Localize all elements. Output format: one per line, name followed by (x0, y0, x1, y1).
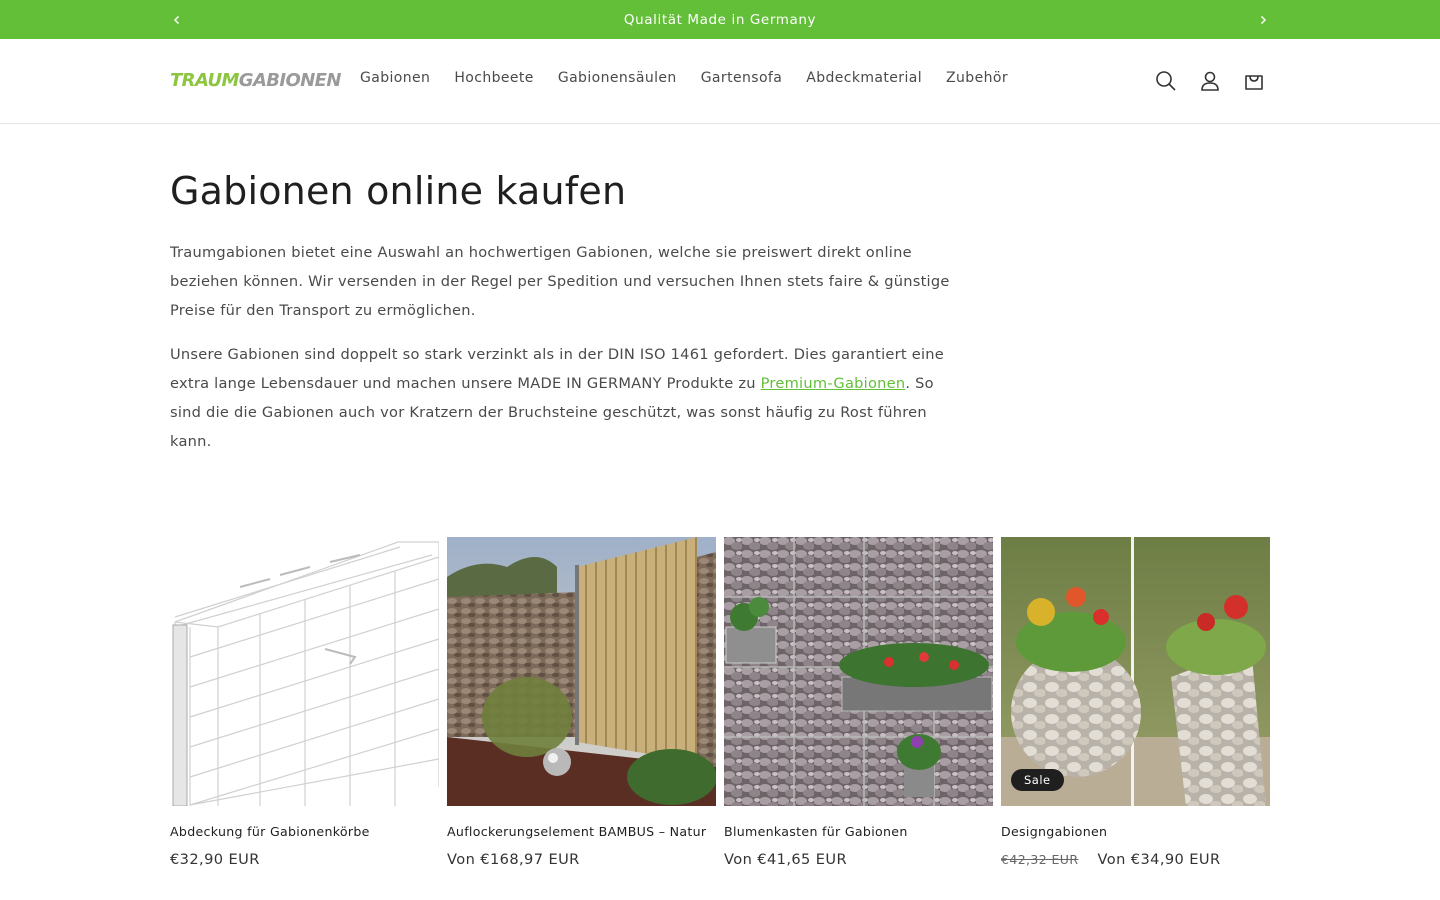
product-image[interactable] (724, 537, 993, 806)
logo-part2: GABIONEN (238, 70, 342, 91)
product-name[interactable]: Auflockerungselement BAMBUS – Natur (447, 824, 716, 839)
announcement-bar: Qualität Made in Germany (0, 0, 1440, 39)
description-paragraph-1: Traumgabionen bietet eine Auswahl an hoc… (170, 244, 950, 319)
page-title: Gabionen online kaufen (170, 169, 627, 213)
product-card[interactable]: Auflockerungselement BAMBUS – Natur Von … (447, 537, 716, 868)
product-name[interactable]: Blumenkasten für Gabionen (724, 824, 993, 839)
product-price-value: Von €168,97 EUR (447, 851, 580, 868)
search-button[interactable] (1146, 61, 1186, 101)
product-price-value: Von €34,90 EUR (1097, 851, 1221, 868)
product-image[interactable] (447, 537, 716, 806)
product-card[interactable]: Sale Designgabionen €42,32 EUR Von €34,9… (1001, 537, 1270, 868)
product-old-price: €42,32 EUR (1001, 852, 1079, 867)
product-image-gabion-cover (170, 537, 439, 806)
account-icon (1201, 71, 1219, 91)
logo-part1: TRAUM (170, 70, 239, 91)
product-card[interactable]: Abdeckung für Gabionenkörbe €32,90 EUR (170, 537, 439, 868)
collection-description: Gabionen online kaufen Traumgabionen bie… (170, 166, 950, 471)
premium-gabionen-link[interactable]: Premium-Gabionen (761, 375, 906, 392)
account-button[interactable] (1190, 61, 1230, 101)
product-image-design-gabions (1001, 537, 1270, 806)
product-card[interactable]: Blumenkasten für Gabionen Von €41,65 EUR (724, 537, 993, 868)
product-price: €32,90 EUR (170, 851, 439, 868)
sale-badge: Sale (1011, 769, 1064, 791)
product-image[interactable]: Sale (1001, 537, 1270, 806)
product-price: Von €41,65 EUR (724, 851, 993, 868)
chevron-left-icon (173, 15, 180, 24)
site-header: TRAUMGABIONEN Gabionen Hochbeete Gabione… (0, 39, 1440, 124)
description-paragraph-2: Unsere Gabionen sind doppelt so stark ve… (170, 340, 950, 456)
cart-button[interactable] (1234, 61, 1274, 101)
product-image[interactable] (170, 537, 439, 806)
announcement-next-button[interactable] (1248, 0, 1278, 39)
search-icon (1156, 71, 1176, 91)
product-price-value: €32,90 EUR (170, 851, 260, 868)
nav-item-gabionen[interactable]: Gabionen (348, 70, 442, 86)
product-name[interactable]: Abdeckung für Gabionenkörbe (170, 824, 439, 839)
product-price: Von €168,97 EUR (447, 851, 716, 868)
chevron-right-icon (1260, 15, 1267, 24)
nav-item-zubehoer[interactable]: Zubehör (934, 70, 1020, 86)
main-nav: Gabionen Hochbeete Gabionensäulen Garten… (348, 70, 1020, 86)
header-icons (1146, 61, 1274, 101)
announcement-text: Qualität Made in Germany (623, 11, 817, 28)
nav-item-abdeckmaterial[interactable]: Abdeckmaterial (794, 70, 934, 86)
nav-item-hochbeete[interactable]: Hochbeete (442, 70, 545, 86)
product-price: €42,32 EUR Von €34,90 EUR (1001, 851, 1270, 868)
nav-item-gabionensaeulen[interactable]: Gabionensäulen (546, 70, 689, 86)
product-price-value: Von €41,65 EUR (724, 851, 848, 868)
product-name[interactable]: Designgabionen (1001, 824, 1270, 839)
logo[interactable]: TRAUMGABIONEN (170, 70, 341, 91)
nav-item-gartensofa[interactable]: Gartensofa (689, 70, 795, 86)
product-grid: Abdeckung für Gabionenkörbe €32,90 EUR A… (170, 537, 1270, 868)
product-image-bamboo-element (447, 537, 716, 806)
product-image-planter-box (724, 537, 993, 806)
cart-icon (1245, 75, 1263, 90)
announcement-prev-button[interactable] (162, 0, 192, 39)
